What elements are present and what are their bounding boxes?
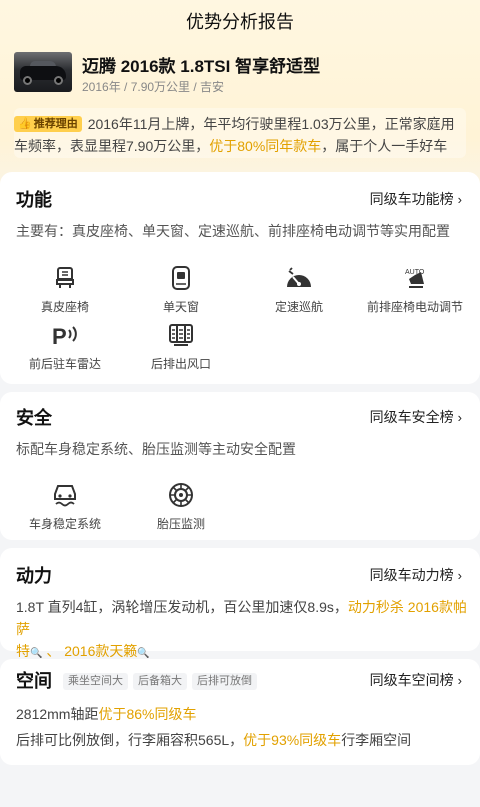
- car-meta: 2016年 / 7.90万公里 / 吉安: [82, 80, 225, 94]
- rear-air-vent-icon: [169, 324, 193, 346]
- recommend-badge-label: 推荐理由: [33, 118, 78, 130]
- feature-label: 后排出风口: [150, 357, 211, 371]
- safety-rank-label: 同级车安全榜: [369, 409, 454, 425]
- power-title: 动力: [16, 566, 52, 586]
- power-sep: 、: [42, 643, 65, 659]
- power-text: 1.8T 直列4缸，涡轮增压发动机，百公里加速仅8.9s，: [16, 599, 348, 615]
- car-thumbnail[interactable]: [14, 52, 72, 92]
- power-highlight-c[interactable]: 2016款天籁: [64, 643, 137, 659]
- page-title: 优势分析报告: [186, 12, 294, 32]
- tire-pressure-icon: [169, 483, 193, 507]
- power-rank-label: 同级车动力榜: [369, 567, 454, 583]
- power-section: 动力 同级车动力榜 › 1.8T 直列4缸，涡轮增压发动机，百公里加速仅8.9s，…: [0, 548, 480, 659]
- svg-text:AUTO: AUTO: [405, 269, 425, 276]
- feature-label: 定速巡航: [274, 300, 323, 314]
- feature-leather-seat[interactable]: 真皮座椅: [5, 265, 125, 315]
- recommend-badge: 👍 推荐理由: [14, 116, 82, 132]
- feature-parking-radar[interactable]: P 前后驻车雷达: [5, 322, 125, 372]
- power-desc: 1.8T 直列4缸，涡轮增压发动机，百公里加速仅8.9s，动力秒杀 2016款帕…: [16, 596, 476, 665]
- space-title: 空间 乘坐空间大 后备箱大 后排可放倒: [16, 667, 262, 693]
- feature-rear-air-vent[interactable]: 后排出风口: [121, 322, 241, 372]
- space-trunk-highlight: 优于93%同级车: [243, 732, 342, 748]
- feature-label: 胎压监测: [156, 517, 205, 531]
- cruise-control-icon: [287, 267, 311, 287]
- feature-tire-pressure[interactable]: 胎压监测: [121, 482, 241, 532]
- space-tag: 后排可放倒: [192, 673, 258, 690]
- function-rank-label: 同级车功能榜: [369, 191, 454, 207]
- power-seat-icon: AUTO: [405, 269, 425, 288]
- space-tag: 乘坐空间大: [63, 673, 129, 690]
- sunroof-icon: [172, 266, 190, 290]
- function-rank-link[interactable]: 同级车功能榜 ›: [370, 189, 462, 209]
- space-title-text: 空间: [16, 671, 52, 691]
- car-header: 迈腾 2016款 1.8TSI 智享舒适型 2016年 / 7.90万公里 / …: [14, 52, 466, 94]
- space-rank-link[interactable]: 同级车空间榜 ›: [370, 670, 462, 690]
- power-highlight-b[interactable]: 特: [16, 643, 30, 659]
- feature-sunroof[interactable]: 单天窗: [121, 265, 241, 315]
- stability-control-icon: [54, 485, 76, 507]
- feature-power-seat[interactable]: AUTO 前排座椅电动调节: [355, 265, 475, 315]
- function-section: 功能 同级车功能榜 › 主要有：真皮座椅、单天窗、定速巡航、前排座椅电动调节等实用…: [0, 172, 480, 384]
- space-rank-label: 同级车空间榜: [369, 672, 454, 688]
- feature-label: 前后驻车雷达: [28, 357, 101, 371]
- chevron-right-icon: ›: [457, 192, 462, 207]
- svg-text:P: P: [52, 324, 67, 348]
- safety-rank-link[interactable]: 同级车安全榜 ›: [370, 407, 462, 427]
- function-title: 功能: [16, 190, 52, 210]
- search-icon[interactable]: 🔍: [30, 648, 42, 659]
- space-trunk-tail: 行李厢空间: [341, 732, 412, 748]
- chevron-right-icon: ›: [457, 410, 462, 425]
- safety-title: 安全: [16, 408, 52, 428]
- space-tag: 后备箱大: [133, 673, 188, 690]
- feature-label: 车身稳定系统: [28, 517, 101, 531]
- safety-desc: 标配车身稳定系统、胎压监测等主动安全配置: [16, 441, 296, 457]
- space-trunk: 后排可比例放倒，行李厢容积565L，: [16, 732, 244, 748]
- feature-stability-control[interactable]: 车身稳定系统: [5, 482, 125, 532]
- thumb-up-icon: 👍: [18, 118, 32, 130]
- recommend-reason: 👍 推荐理由 2016年11月上牌，年平均行驶里程1.03万公里，正常家庭用车频率，…: [14, 108, 466, 158]
- space-section: 空间 乘坐空间大 后备箱大 后排可放倒 同级车空间榜 › 2812mm轴距优于86%同…: [0, 659, 480, 765]
- space-line-2: 后排可比例放倒，行李厢容积565L，优于93%同级车行李厢空间: [16, 730, 411, 750]
- chevron-right-icon: ›: [457, 568, 462, 583]
- function-desc: 主要有：真皮座椅、单天窗、定速巡航、前排座椅电动调节等实用配置: [16, 223, 450, 239]
- reason-highlight: 优于80%同年款车: [209, 138, 322, 154]
- power-rank-link[interactable]: 同级车动力榜 ›: [370, 565, 462, 585]
- car-name: 迈腾 2016款 1.8TSI 智享舒适型: [82, 57, 321, 76]
- space-wheelbase-highlight: 优于86%同级车: [98, 706, 197, 722]
- chevron-right-icon: ›: [457, 673, 462, 688]
- safety-section: 安全 同级车安全榜 › 标配车身稳定系统、胎压监测等主动安全配置 车身稳定系统 胎…: [0, 392, 480, 540]
- leather-seat-icon: [56, 267, 74, 288]
- feature-label: 单天窗: [162, 300, 199, 314]
- search-icon[interactable]: 🔍: [137, 648, 149, 659]
- feature-label: 真皮座椅: [40, 300, 89, 314]
- feature-label: 前排座椅电动调节: [366, 300, 463, 314]
- feature-cruise-control[interactable]: 定速巡航: [239, 265, 359, 315]
- reason-text-b: ，属于个人一手好车: [321, 138, 448, 154]
- space-line-1: 2812mm轴距优于86%同级车: [16, 704, 197, 724]
- space-wheelbase: 2812mm轴距: [16, 706, 99, 722]
- parking-radar-icon: P: [52, 324, 77, 348]
